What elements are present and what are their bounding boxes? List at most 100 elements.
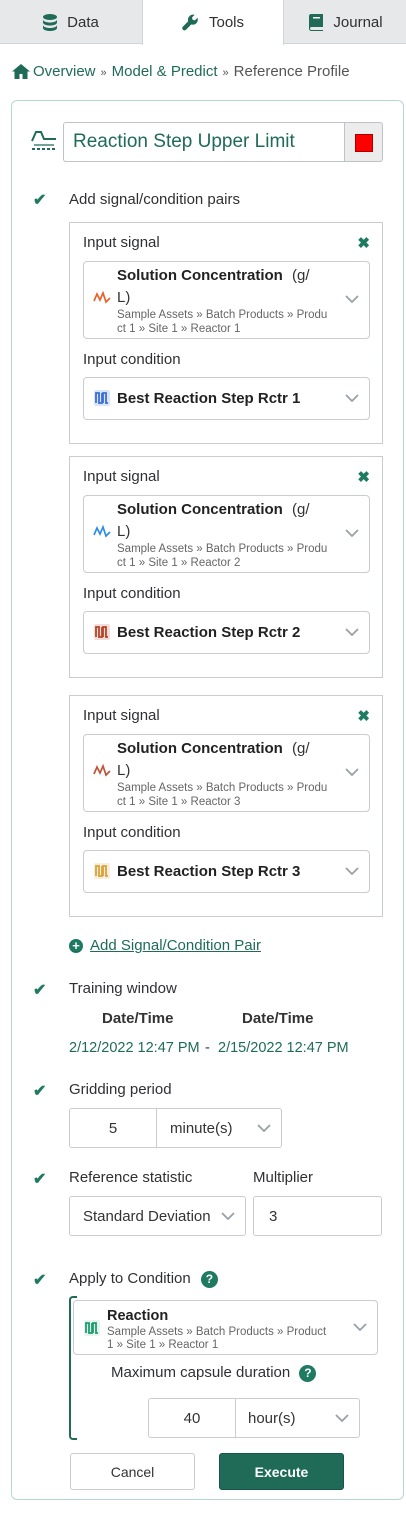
tab-bar: Data Tools Journal (0, 0, 406, 45)
check-icon: ✔ (33, 1272, 47, 1289)
chevron-down-icon (257, 1124, 271, 1133)
remove-pair-icon[interactable]: ✖ (357, 707, 370, 725)
gridding-unit-value: minute(s) (170, 1119, 233, 1137)
input-signal-select[interactable]: Solution Concentration (g/L) Sample Assets… (83, 495, 370, 573)
max-duration-input[interactable]: 40 (148, 1398, 236, 1438)
tab-tools[interactable]: Tools (142, 0, 284, 45)
condition-name: Best Reaction Step Rctr 1 (117, 390, 301, 407)
help-icon[interactable]: ? (299, 1364, 317, 1382)
color-swatch (355, 134, 373, 152)
check-icon: ✔ (33, 192, 47, 209)
chevron-down-icon (345, 628, 359, 637)
signal-name: Solution Concentration (117, 267, 283, 284)
datetime-dash: - (205, 1040, 210, 1056)
signal-icon (93, 763, 111, 777)
add-pair-link[interactable]: + Add Signal/Condition Pair (69, 937, 261, 954)
chevron-down-icon (345, 768, 359, 777)
signal-condition-pair: Input signal ✖ Solution Concentration (g/L)… (69, 695, 383, 917)
gridding-period-label: Gridding period (69, 1081, 172, 1098)
input-signal-select[interactable]: Solution Concentration (g/L) Sample Assets… (83, 261, 370, 339)
signal-unit: (g/ (292, 501, 310, 518)
apply-condition-text: Apply to Condition (69, 1270, 191, 1287)
breadcrumb: Overview » Model & Predict » Reference P… (12, 60, 350, 82)
condition-icon (84, 1320, 100, 1336)
gridding-value-input[interactable]: 5 (69, 1108, 157, 1148)
multiplier-label: Multiplier (253, 1169, 314, 1186)
input-condition-select[interactable]: Best Reaction Step Rctr 1 (83, 377, 370, 420)
max-duration-text: Maximum capsule duration (111, 1364, 291, 1381)
database-icon (43, 13, 58, 31)
end-datetime[interactable]: 2/15/2022 12:47 PM (218, 1040, 349, 1056)
max-duration-label: Maximum capsule duration ? (111, 1364, 317, 1382)
input-condition-label: Input condition (83, 824, 181, 841)
help-icon[interactable]: ? (200, 1270, 218, 1288)
signal-icon (93, 290, 111, 304)
pairs-section-label: Add signal/condition pairs (69, 191, 240, 208)
chevron-down-icon (345, 295, 359, 304)
plus-circle-icon: + (69, 938, 83, 953)
input-condition-select[interactable]: Best Reaction Step Rctr 3 (83, 850, 370, 893)
apply-condition-name: Reaction (107, 1308, 169, 1324)
breadcrumb-model-predict[interactable]: Model & Predict (112, 63, 218, 80)
cancel-button[interactable]: Cancel (70, 1453, 195, 1490)
reference-statistic-select[interactable]: Standard Deviation (69, 1196, 246, 1236)
tab-data[interactable]: Data (0, 0, 142, 44)
max-duration-unit-select[interactable]: hour(s) (235, 1398, 360, 1438)
condition-icon (94, 863, 110, 879)
condition-name: Best Reaction Step Rctr 3 (117, 863, 301, 880)
breadcrumb-separator: » (100, 67, 107, 79)
input-signal-select[interactable]: Solution Concentration (g/L) Sample Assets… (83, 734, 370, 812)
signal-path: Sample Assets » Batch Products » Product… (117, 543, 328, 569)
check-icon: ✔ (33, 1083, 47, 1100)
gridding-unit-select[interactable]: minute(s) (156, 1108, 282, 1148)
chevron-down-icon (345, 867, 359, 876)
signal-unit: (g/ (292, 740, 310, 757)
tool-name-input[interactable]: Reaction Step Upper Limit (63, 122, 345, 162)
reference-statistic-label: Reference statistic (69, 1169, 193, 1186)
signal-name: Solution Concentration (117, 740, 283, 757)
input-condition-select[interactable]: Best Reaction Step Rctr 2 (83, 611, 370, 654)
apply-condition-path: Sample Assets » Batch Products » Product… (107, 1326, 327, 1351)
input-signal-label: Input signal (83, 707, 160, 724)
input-condition-label: Input condition (83, 351, 181, 368)
remove-pair-icon[interactable]: ✖ (357, 468, 370, 486)
start-datetime[interactable]: 2/12/2022 12:47 PM (69, 1040, 200, 1056)
execute-button[interactable]: Execute (219, 1453, 344, 1490)
tab-journal[interactable]: Journal (285, 0, 406, 44)
training-window-label: Training window (69, 980, 177, 997)
signal-condition-pair: Input signal ✖ Solution Concentration (g/L)… (69, 222, 383, 444)
wrench-icon (182, 14, 198, 31)
input-signal-label: Input signal (83, 468, 160, 485)
multiplier-input[interactable]: 3 (253, 1196, 382, 1236)
condition-icon (94, 390, 110, 406)
reference-profile-icon (31, 131, 56, 150)
chevron-down-icon (335, 1414, 349, 1423)
signal-icon (93, 524, 111, 538)
add-pair-label: Add Signal/Condition Pair (90, 937, 261, 954)
tab-tools-label: Tools (208, 14, 245, 31)
breadcrumb-overview[interactable]: Overview (33, 63, 96, 80)
apply-condition-label: Apply to Condition ? (69, 1270, 218, 1288)
signal-name: Solution Concentration (117, 501, 283, 518)
signal-path: Sample Assets » Batch Products » Product… (117, 309, 328, 335)
chevron-down-icon (353, 1323, 367, 1332)
remove-pair-icon[interactable]: ✖ (357, 234, 370, 252)
signal-unit-cont: L) (117, 762, 131, 779)
end-datetime-header: Date/Time (242, 1010, 314, 1027)
tab-data-label: Data (67, 13, 99, 31)
check-icon: ✔ (33, 1171, 47, 1188)
signal-unit: (g/ (292, 267, 310, 284)
breadcrumb-separator: » (222, 67, 229, 79)
reference-statistic-value: Standard Deviation (83, 1207, 211, 1225)
signal-unit-cont: L) (117, 523, 131, 540)
check-icon: ✔ (33, 982, 47, 999)
start-datetime-header: Date/Time (102, 1010, 174, 1027)
color-picker-button[interactable] (344, 122, 383, 162)
tab-journal-label: Journal (333, 13, 383, 31)
home-icon[interactable] (12, 63, 30, 79)
chevron-down-icon (345, 529, 359, 538)
apply-condition-select[interactable]: Reaction Sample Assets » Batch Products … (73, 1300, 378, 1355)
condition-icon (94, 624, 110, 640)
signal-unit-cont: L) (117, 289, 131, 306)
chevron-down-icon (345, 394, 359, 403)
